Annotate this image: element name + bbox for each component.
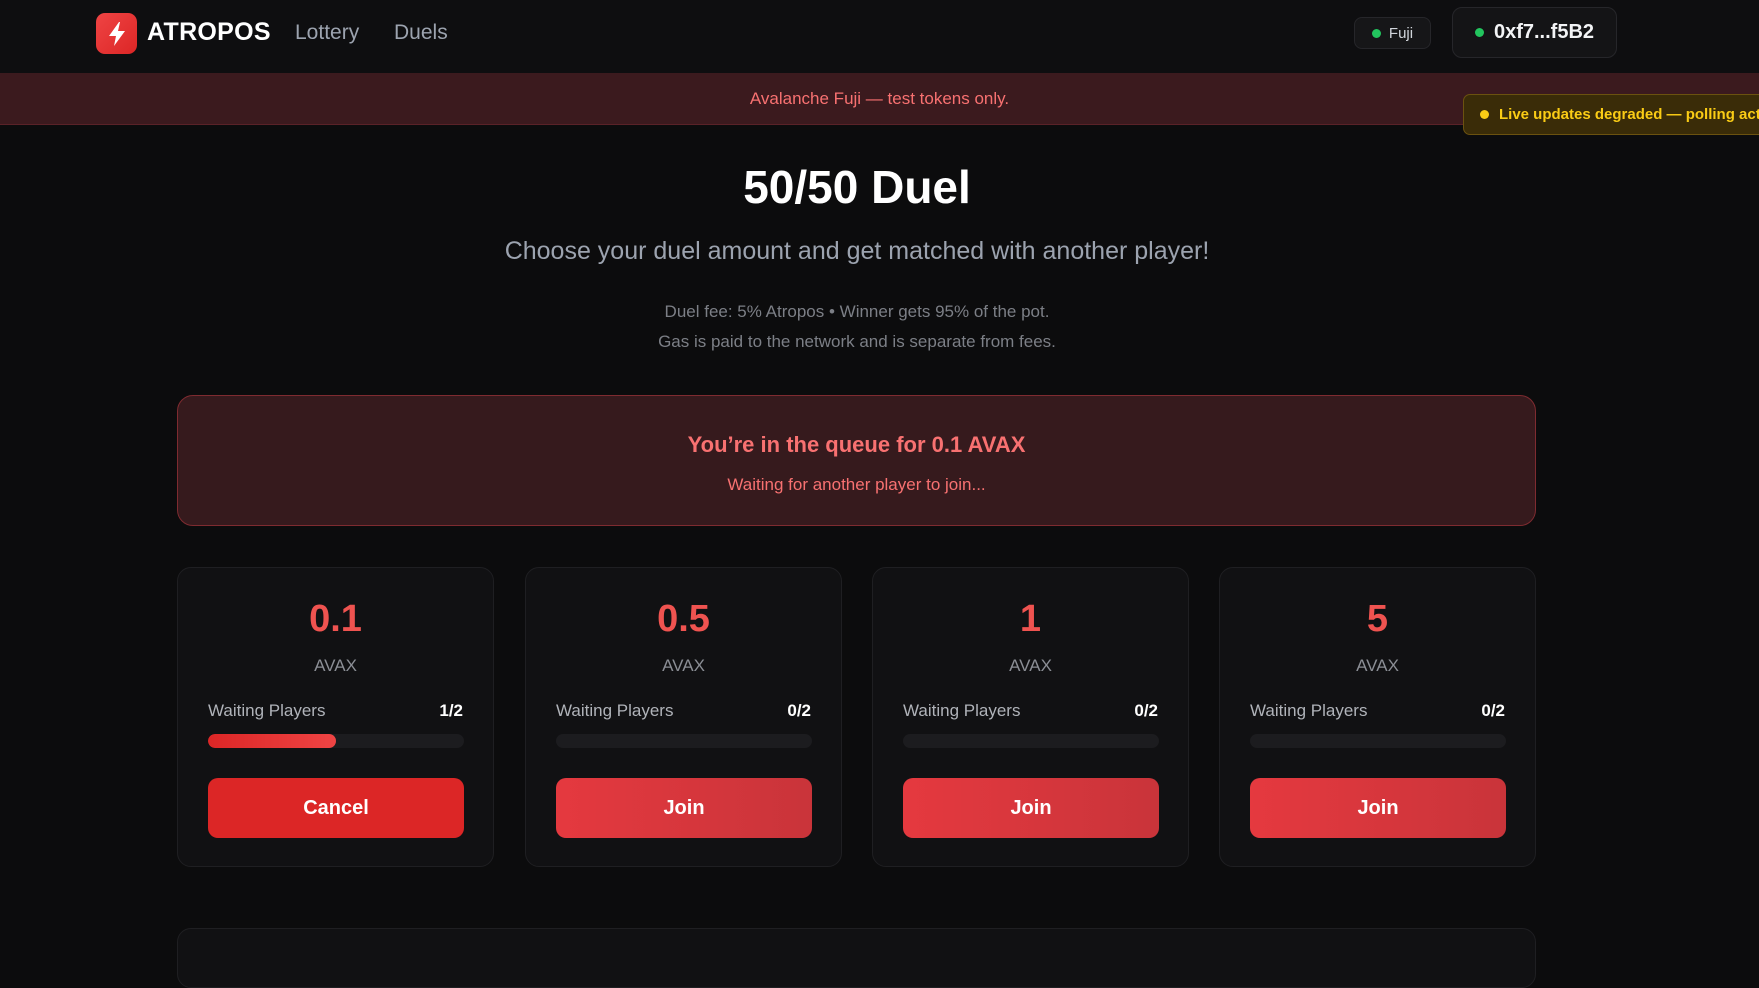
network-badge[interactable]: Fuji [1354, 17, 1431, 49]
queue-status-panel: You’re in the queue for 0.1 AVAX Waiting… [177, 395, 1536, 526]
status-dot-icon [1371, 28, 1381, 38]
page-subtitle: Choose your duel amount and get matched … [504, 237, 1210, 265]
waiting-players-count: 0/2 [1481, 701, 1505, 720]
duel-card: 0.5 AVAX Waiting Players 0/2 Join [525, 567, 842, 867]
waiting-players-label: Waiting Players [903, 701, 1021, 720]
nav-duels[interactable]: Duels [394, 21, 448, 45]
queue-subtitle: Waiting for another player to join... [727, 475, 986, 494]
waiting-players-count: 0/2 [1134, 701, 1158, 720]
waiting-players-count: 0/2 [787, 701, 811, 720]
wallet-connected-dot-icon [1474, 28, 1484, 37]
waiting-progress-bar [208, 734, 464, 748]
duel-card: 5 AVAX Waiting Players 0/2 Join [1219, 567, 1536, 867]
fee-info: Duel fee: 5% Atropos • Winner gets 95% o… [664, 302, 1050, 321]
join-button[interactable]: Join [1250, 778, 1506, 838]
duel-currency: AVAX [314, 656, 357, 675]
brand-name[interactable]: ATROPOS [147, 18, 271, 47]
waiting-progress-bar [903, 734, 1159, 748]
warning-dot-icon [1480, 110, 1489, 119]
waiting-players-count: 1/2 [439, 701, 463, 720]
duel-currency: AVAX [1356, 656, 1399, 675]
join-button[interactable]: Join [556, 778, 812, 838]
network-name: Fuji [1388, 24, 1414, 42]
cancel-button[interactable]: Cancel [208, 778, 464, 838]
waiting-progress-fill [208, 734, 336, 748]
lightning-bolt-icon [108, 21, 125, 46]
duel-amount: 5 [1366, 598, 1389, 640]
join-button[interactable]: Join [903, 778, 1159, 838]
waiting-players-label: Waiting Players [1250, 701, 1368, 720]
nav-lottery[interactable]: Lottery [295, 21, 359, 45]
logo[interactable] [96, 13, 137, 54]
queue-title: You’re in the queue for 0.1 AVAX [687, 432, 1026, 457]
waiting-players-label: Waiting Players [208, 701, 326, 720]
duel-amount: 1 [1019, 598, 1042, 640]
bottom-panel [177, 928, 1536, 988]
wallet-button[interactable]: 0xf7...f5B2 [1452, 7, 1617, 58]
top-navbar: ATROPOS Lottery Duels Fuji 0xf7...f5B2 [0, 0, 1759, 74]
status-toast[interactable]: Live updates degraded — polling act [1463, 94, 1759, 135]
waiting-players-label: Waiting Players [556, 701, 674, 720]
waiting-progress-bar [1250, 734, 1506, 748]
duel-amount: 0.1 [309, 598, 362, 640]
toast-text: Live updates degraded — polling act [1499, 106, 1759, 123]
wallet-address: 0xf7...f5B2 [1493, 21, 1595, 43]
duel-card: 1 AVAX Waiting Players 0/2 Join [872, 567, 1189, 867]
testnet-banner-text: Avalanche Fuji — test tokens only. [749, 88, 1010, 108]
duel-card: 0.1 AVAX Waiting Players 1/2 Cancel [177, 567, 494, 867]
duel-amount: 0.5 [657, 598, 710, 640]
page-title: 50/50 Duel [743, 161, 971, 213]
gas-info: Gas is paid to the network and is separa… [658, 332, 1056, 351]
duel-currency: AVAX [1009, 656, 1052, 675]
duel-currency: AVAX [662, 656, 705, 675]
waiting-progress-bar [556, 734, 812, 748]
